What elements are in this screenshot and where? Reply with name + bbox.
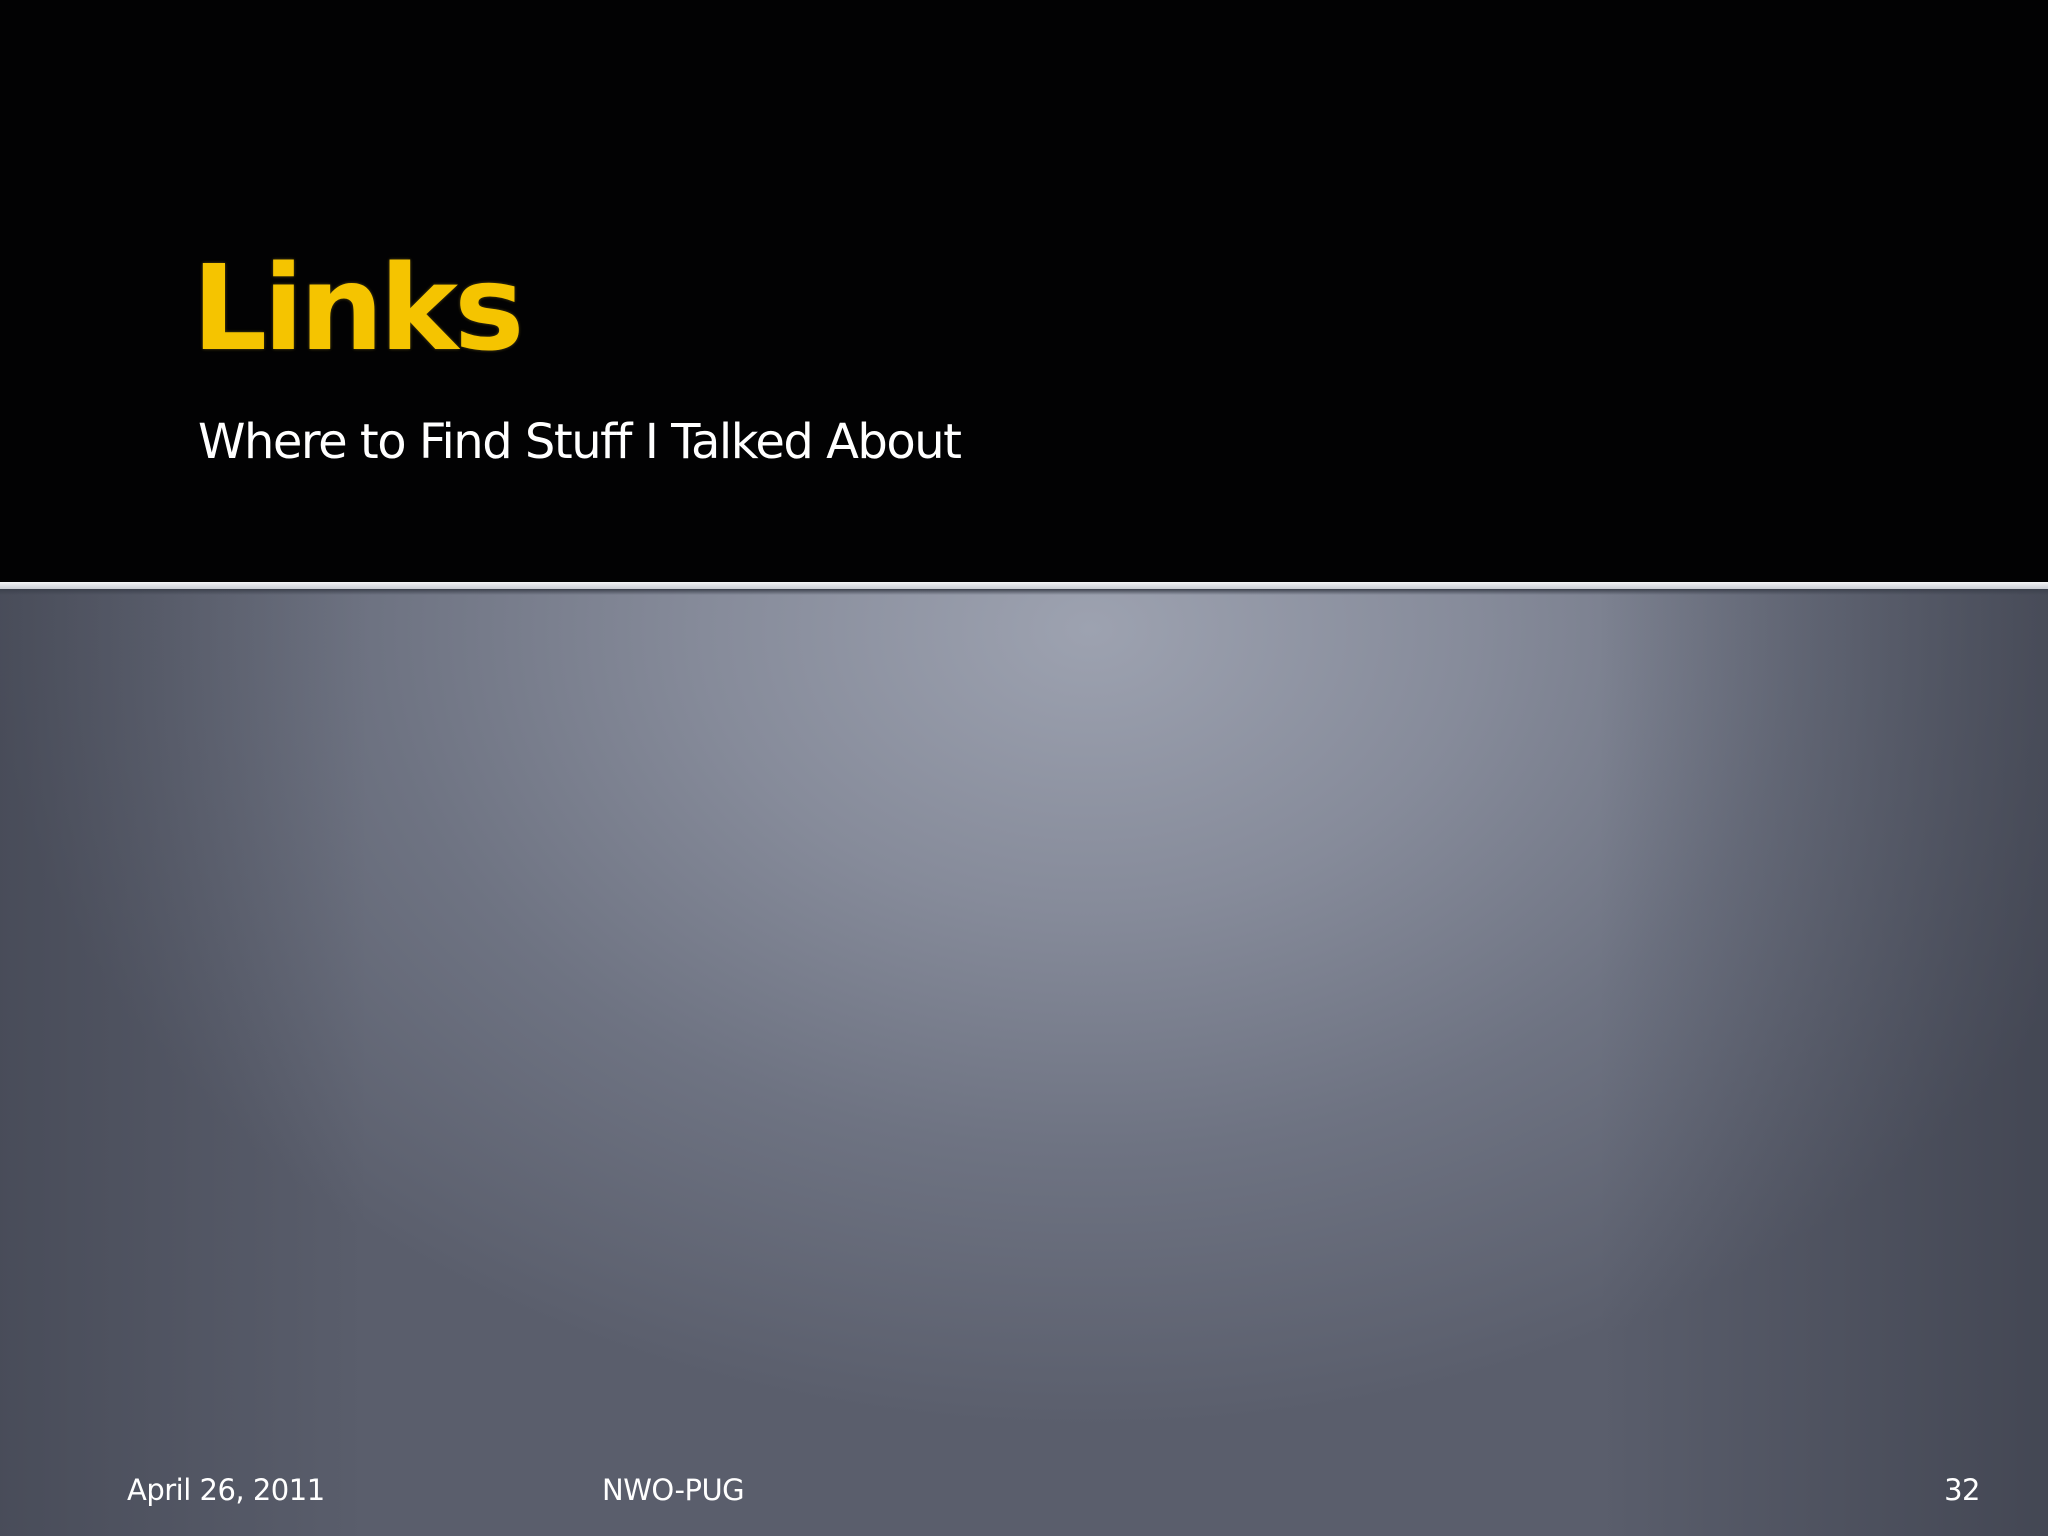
presentation-slide: Links Where to Find Stuff I Talked About…: [0, 0, 2048, 1536]
footer-presentation-name: NWO-PUG: [602, 1473, 745, 1507]
header-divider-shadow: [0, 589, 2048, 595]
header-divider: [0, 582, 2048, 589]
slide-body-vignette: [0, 589, 2048, 1536]
slide-subtitle: Where to Find Stuff I Talked About: [198, 414, 962, 470]
footer-date: April 26, 2011: [127, 1473, 325, 1507]
slide-title: Links: [192, 239, 524, 377]
slide-page-number: 32: [1944, 1473, 1980, 1507]
